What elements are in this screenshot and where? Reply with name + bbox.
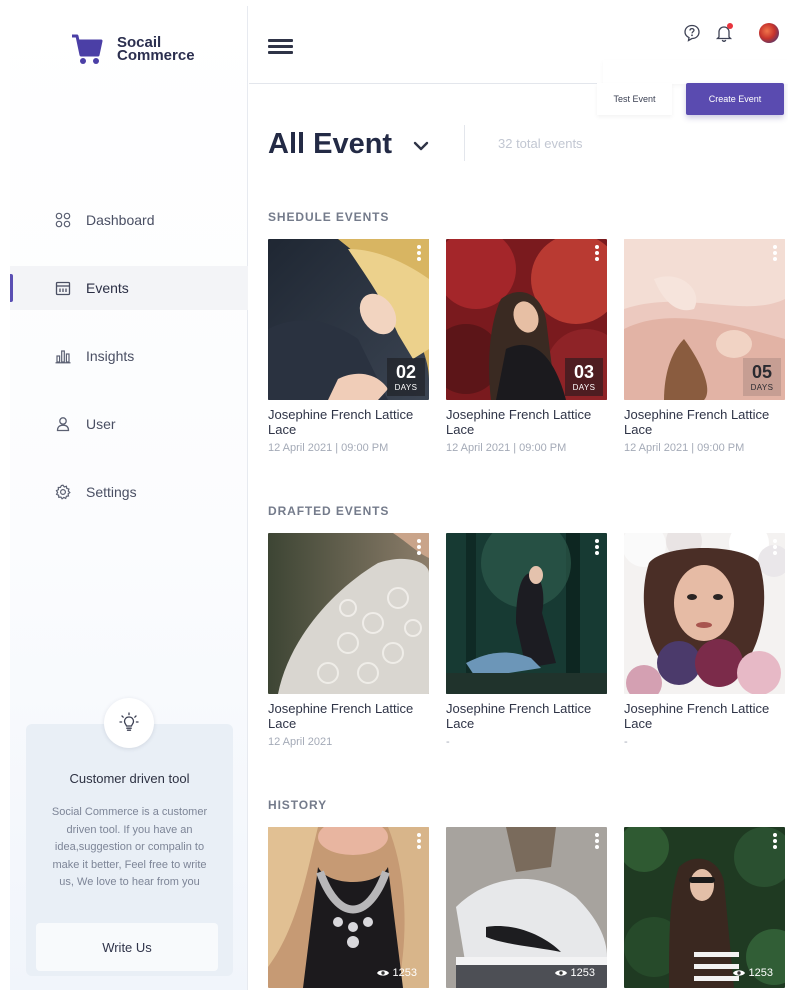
event-title: Josephine French Lattice Lace (624, 407, 770, 437)
test-event-button[interactable]: Test Event (597, 83, 672, 115)
tool-card-text: Social Commerce is a customer driven too… (51, 806, 208, 888)
more-options-icon[interactable] (773, 539, 777, 555)
history-card[interactable]: 1253 (446, 827, 608, 988)
days-remaining-badge: 02 DAYS (387, 358, 425, 396)
create-event-button[interactable]: Create Event (686, 83, 784, 115)
sidebar-item-label: Settings (86, 484, 137, 500)
event-date: 12 April 2021 (268, 736, 333, 748)
event-title: Josephine French Lattice Lace (446, 407, 592, 437)
gear-icon (54, 483, 72, 501)
event-date: - (624, 736, 628, 748)
sidebar-item-user[interactable]: User (10, 402, 248, 446)
more-options-icon[interactable] (417, 833, 421, 849)
section-title-scheduled: SHEDULE EVENTS (268, 210, 390, 224)
section-title-drafted: DRAFTED EVENTS (268, 504, 390, 518)
more-options-icon[interactable] (595, 245, 599, 261)
event-title: Josephine French Lattice Lace (624, 701, 770, 731)
history-card[interactable]: 1253 (268, 827, 430, 988)
notification-dot (727, 23, 733, 29)
event-thumbnail: 02 DAYS (268, 239, 429, 400)
view-count: 1253 (376, 967, 417, 979)
days-remaining-badge: 03 DAYS (565, 358, 603, 396)
page-title: All Event (268, 128, 393, 160)
event-card[interactable]: 03 DAYS Josephine French Lattice Lace 12… (446, 239, 608, 454)
chevron-down-icon[interactable] (412, 140, 430, 152)
more-options-icon[interactable] (417, 539, 421, 555)
event-thumbnail (268, 533, 429, 694)
more-options-icon[interactable] (595, 539, 599, 555)
sidebar-item-label: Dashboard (86, 212, 155, 228)
event-thumbnail: 1253 (268, 827, 429, 988)
shopping-cart-icon (72, 34, 103, 64)
brand-logo[interactable]: Socail Commerce (70, 32, 207, 66)
top-bar-icons (671, 22, 779, 44)
sidebar: Socail Commerce Dashboard Events Insight… (10, 6, 248, 990)
user-icon (54, 415, 72, 433)
view-count: 1253 (732, 967, 773, 979)
history-card[interactable]: 1253 (624, 827, 786, 988)
sidebar-item-label: Insights (86, 348, 135, 364)
event-title: Josephine French Lattice Lace (446, 701, 592, 731)
sidebar-item-settings[interactable]: Settings (10, 470, 248, 514)
help-bubble-icon[interactable] (681, 22, 703, 44)
sidebar-item-dashboard[interactable]: Dashboard (10, 198, 248, 242)
event-date: - (446, 736, 450, 748)
event-thumbnail (446, 533, 607, 694)
calendar-icon (54, 279, 72, 297)
event-date: 12 April 2021 | 09:00 PM (268, 442, 389, 454)
customer-tool-card: Customer driven tool Social Commerce is … (26, 698, 233, 976)
event-card[interactable]: Josephine French Lattice Lace - (624, 533, 786, 748)
bell-icon[interactable] (713, 22, 735, 44)
grid-circles-icon (54, 211, 72, 229)
event-thumbnail: 05 DAYS (624, 239, 785, 400)
lightbulb-icon (119, 712, 139, 731)
event-thumbnail (624, 533, 785, 694)
section-title-history: HISTORY (268, 798, 327, 812)
lightbulb-badge (104, 698, 154, 748)
more-options-icon[interactable] (773, 833, 777, 849)
more-options-icon[interactable] (595, 833, 599, 849)
view-count: 1253 (554, 967, 595, 979)
bar-chart-icon (54, 347, 72, 365)
sidebar-nav: Dashboard Events Insights User Settings (10, 198, 248, 538)
event-thumbnail: 1253 (624, 827, 785, 988)
eye-icon (376, 970, 389, 976)
event-card[interactable]: 05 DAYS Josephine French Lattice Lace 12… (624, 239, 786, 454)
days-remaining-badge: 05 DAYS (743, 358, 781, 396)
sidebar-item-label: User (86, 416, 116, 432)
event-thumbnail: 03 DAYS (446, 239, 607, 400)
toolbar-strip (603, 60, 788, 84)
eye-icon (554, 970, 567, 976)
write-us-button[interactable]: Write Us (36, 923, 218, 971)
more-options-icon[interactable] (417, 245, 421, 261)
title-divider (464, 125, 465, 161)
more-options-icon[interactable] (773, 245, 777, 261)
event-date: 12 April 2021 | 09:00 PM (624, 442, 745, 454)
event-thumbnail: 1253 (446, 827, 607, 988)
tool-card-title: Customer driven tool (69, 771, 190, 786)
brand-name: Socail Commerce (117, 34, 195, 64)
event-card[interactable]: 02 DAYS Josephine French Lattice Lace 12… (268, 239, 430, 454)
event-title: Josephine French Lattice Lace (268, 407, 414, 437)
avatar[interactable] (759, 23, 779, 43)
event-date: 12 April 2021 | 09:00 PM (446, 442, 567, 454)
event-card[interactable]: Josephine French Lattice Lace - (446, 533, 608, 748)
total-events-count: 32 total events (498, 136, 583, 151)
eye-icon (732, 970, 745, 976)
sidebar-item-label: Events (86, 280, 129, 296)
sidebar-item-insights[interactable]: Insights (10, 334, 248, 378)
event-card[interactable]: Josephine French Lattice Lace 12 April 2… (268, 533, 430, 748)
sidebar-item-events[interactable]: Events (10, 266, 248, 310)
menu-toggle-icon[interactable] (268, 39, 293, 55)
event-title: Josephine French Lattice Lace (268, 701, 414, 731)
